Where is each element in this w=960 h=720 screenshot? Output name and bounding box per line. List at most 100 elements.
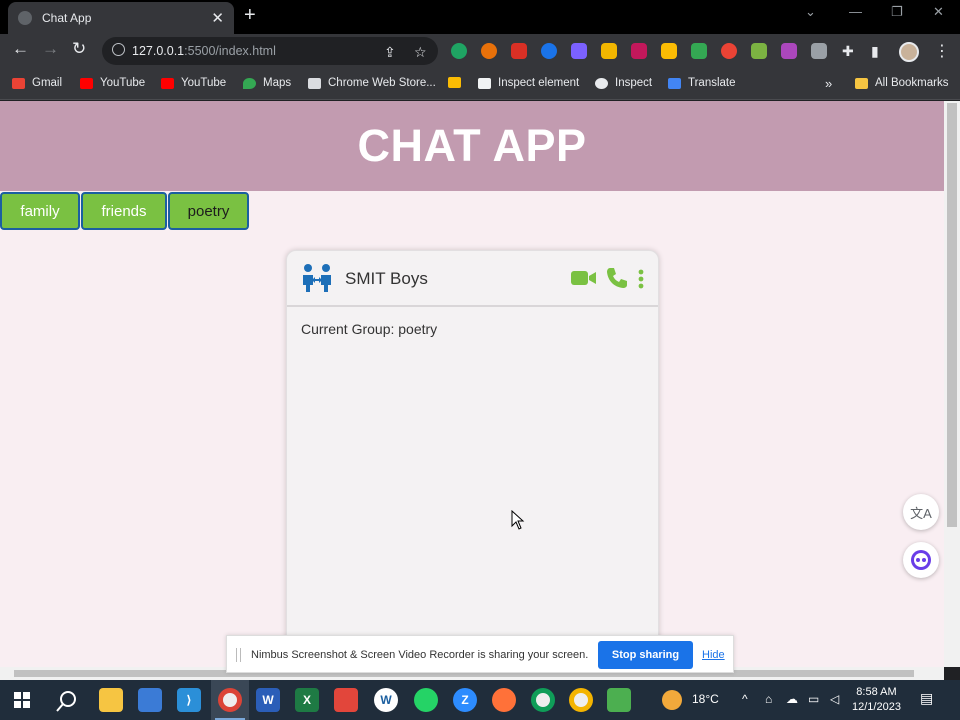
microsoft-store-icon[interactable] (138, 688, 162, 712)
chat-group-name: SMIT Boys (345, 269, 428, 288)
meet-now-icon[interactable]: ⌂ (765, 692, 772, 706)
restore-icon[interactable]: ❐ (891, 4, 903, 20)
grammarly-extension-icon[interactable] (451, 43, 467, 59)
record-extension-icon[interactable] (721, 43, 737, 59)
more-options-icon[interactable] (637, 268, 645, 290)
back-icon[interactable]: ← (12, 39, 29, 59)
close-tab-icon[interactable]: ✕ (211, 9, 224, 27)
bookmark-chrome-web-store[interactable]: Chrome Web Store... (308, 77, 436, 89)
bookmark-gmail[interactable]: Gmail (12, 77, 62, 89)
windows-start-icon[interactable] (14, 692, 30, 708)
word-icon[interactable]: W (256, 688, 280, 712)
bookmarks-bar: Gmail YouTube YouTube Maps Chrome Web St… (0, 68, 960, 100)
weather-icon[interactable] (662, 690, 682, 710)
figma-icon[interactable] (334, 688, 358, 712)
globe-icon (595, 77, 608, 89)
current-group-label: Current Group: poetry (301, 321, 438, 337)
chrome-alt-icon[interactable] (569, 688, 593, 712)
bookmark-translate[interactable]: Translate (668, 77, 736, 89)
assistant-bot-icon (911, 550, 931, 570)
pen-app-icon[interactable] (607, 688, 631, 712)
share-icon[interactable]: ⇪ (384, 44, 396, 61)
hide-link[interactable]: Hide (702, 649, 725, 661)
new-tab-icon[interactable]: + (244, 4, 256, 27)
robot-extension-icon[interactable] (781, 43, 797, 59)
whatsapp-icon[interactable] (414, 688, 438, 712)
bookmark-extra[interactable] (448, 77, 461, 88)
show-hidden-icons-icon[interactable]: ^ (742, 692, 748, 706)
system-clock[interactable]: 8:58 AM 12/1/2023 (852, 685, 901, 715)
profile-avatar[interactable] (899, 42, 919, 62)
mountain-extension-icon[interactable] (811, 43, 827, 59)
excel-icon[interactable]: X (295, 688, 319, 712)
site-info-icon[interactable] (112, 43, 125, 56)
network-icon[interactable]: ▭ (808, 692, 819, 706)
bookmark-youtube-2[interactable]: YouTube (161, 77, 226, 89)
minimize-icon[interactable]: — (849, 4, 862, 19)
extension-bookmark-icon (448, 77, 461, 88)
stop-sharing-button[interactable]: Stop sharing (598, 641, 693, 669)
more-bookmarks-icon[interactable]: » (825, 76, 832, 91)
mouse-cursor-icon (511, 510, 525, 530)
vertical-scroll-thumb[interactable] (947, 103, 957, 527)
eyedropper-extension-icon[interactable] (661, 43, 677, 59)
youtube-icon (161, 77, 174, 89)
video-call-icon[interactable] (571, 269, 597, 287)
group-button-poetry[interactable]: poetry (168, 192, 249, 230)
grid-extension-icon[interactable] (631, 43, 647, 59)
tab-strip: Chat App ✕ + ⌄ — ❐ ✕ (0, 0, 960, 34)
zoom-icon[interactable]: Z (453, 688, 477, 712)
web-store-icon (308, 77, 321, 89)
onedrive-cloud-icon[interactable]: ☁ (786, 692, 798, 706)
globe-icon (18, 11, 32, 25)
volume-icon[interactable]: ◁ (830, 692, 839, 706)
clock-time: 8:58 AM (856, 686, 897, 698)
close-window-icon[interactable]: ✕ (933, 4, 944, 20)
page-icon (478, 77, 491, 89)
address-bar[interactable]: 127.0.0.1:5500/index.html ⇪ ☆ (102, 37, 438, 65)
drag-handle-icon[interactable] (236, 648, 241, 662)
shield-extension-icon[interactable] (511, 43, 527, 59)
cookie-extension-icon[interactable] (481, 43, 497, 59)
bookmark-star-icon[interactable]: ☆ (414, 44, 427, 61)
forward-icon[interactable]: → (42, 39, 59, 59)
page-viewport: CHAT APP family friends poetry SMIT Boys (0, 101, 944, 667)
puzzle-extensions-icon[interactable]: ✚ (842, 43, 854, 60)
tab-search-icon[interactable]: ⌄ (805, 4, 816, 20)
app-w-icon[interactable]: W (374, 688, 398, 712)
vertical-scrollbar[interactable] (944, 101, 960, 667)
search-icon[interactable] (56, 690, 78, 712)
download-extension-icon[interactable] (751, 43, 767, 59)
assistant-float-button[interactable] (903, 542, 939, 578)
chrome-taskbar-active[interactable] (211, 680, 249, 720)
bookmark-youtube-1[interactable]: YouTube (80, 77, 145, 89)
m-extension-icon[interactable] (601, 43, 617, 59)
maps-pin-icon (243, 77, 256, 89)
bookmark-maps[interactable]: Maps (243, 77, 291, 89)
url-host: 127.0.0.1 (132, 44, 185, 58)
translate-icon: 文A (910, 505, 932, 521)
pen-extension-icon[interactable] (691, 43, 707, 59)
weather-temp[interactable]: 18°C (692, 692, 719, 706)
side-panel-icon[interactable]: ▮ (871, 43, 879, 60)
browser-tab[interactable]: Chat App ✕ (8, 2, 234, 34)
chrome-profile-icon[interactable] (531, 688, 555, 712)
d-extension-icon[interactable] (571, 43, 587, 59)
vscode-icon[interactable]: ⟩ (177, 688, 201, 712)
phone-call-icon[interactable] (606, 267, 628, 289)
bookmark-inspect[interactable]: Inspect (595, 77, 652, 89)
at-sign-extension-icon[interactable] (541, 43, 557, 59)
all-bookmarks-folder[interactable]: All Bookmarks (855, 77, 949, 89)
file-explorer-icon[interactable] (99, 688, 123, 712)
reload-icon[interactable]: ↻ (72, 39, 86, 59)
translate-float-button[interactable]: 文A (903, 494, 939, 530)
firefox-icon[interactable] (492, 688, 516, 712)
browser-toolbar: ← → ↻ 127.0.0.1:5500/index.html ⇪ ☆ ✚ ▮ … (0, 34, 960, 68)
bookmark-inspect-element[interactable]: Inspect element (478, 77, 579, 89)
group-button-friends[interactable]: friends (81, 192, 167, 230)
people-group-icon (303, 264, 331, 292)
group-button-family[interactable]: family (0, 192, 80, 230)
chrome-menu-icon[interactable]: ⋮ (934, 41, 950, 61)
notifications-icon[interactable]: ▤ (920, 690, 933, 707)
chrome-icon (218, 688, 242, 712)
